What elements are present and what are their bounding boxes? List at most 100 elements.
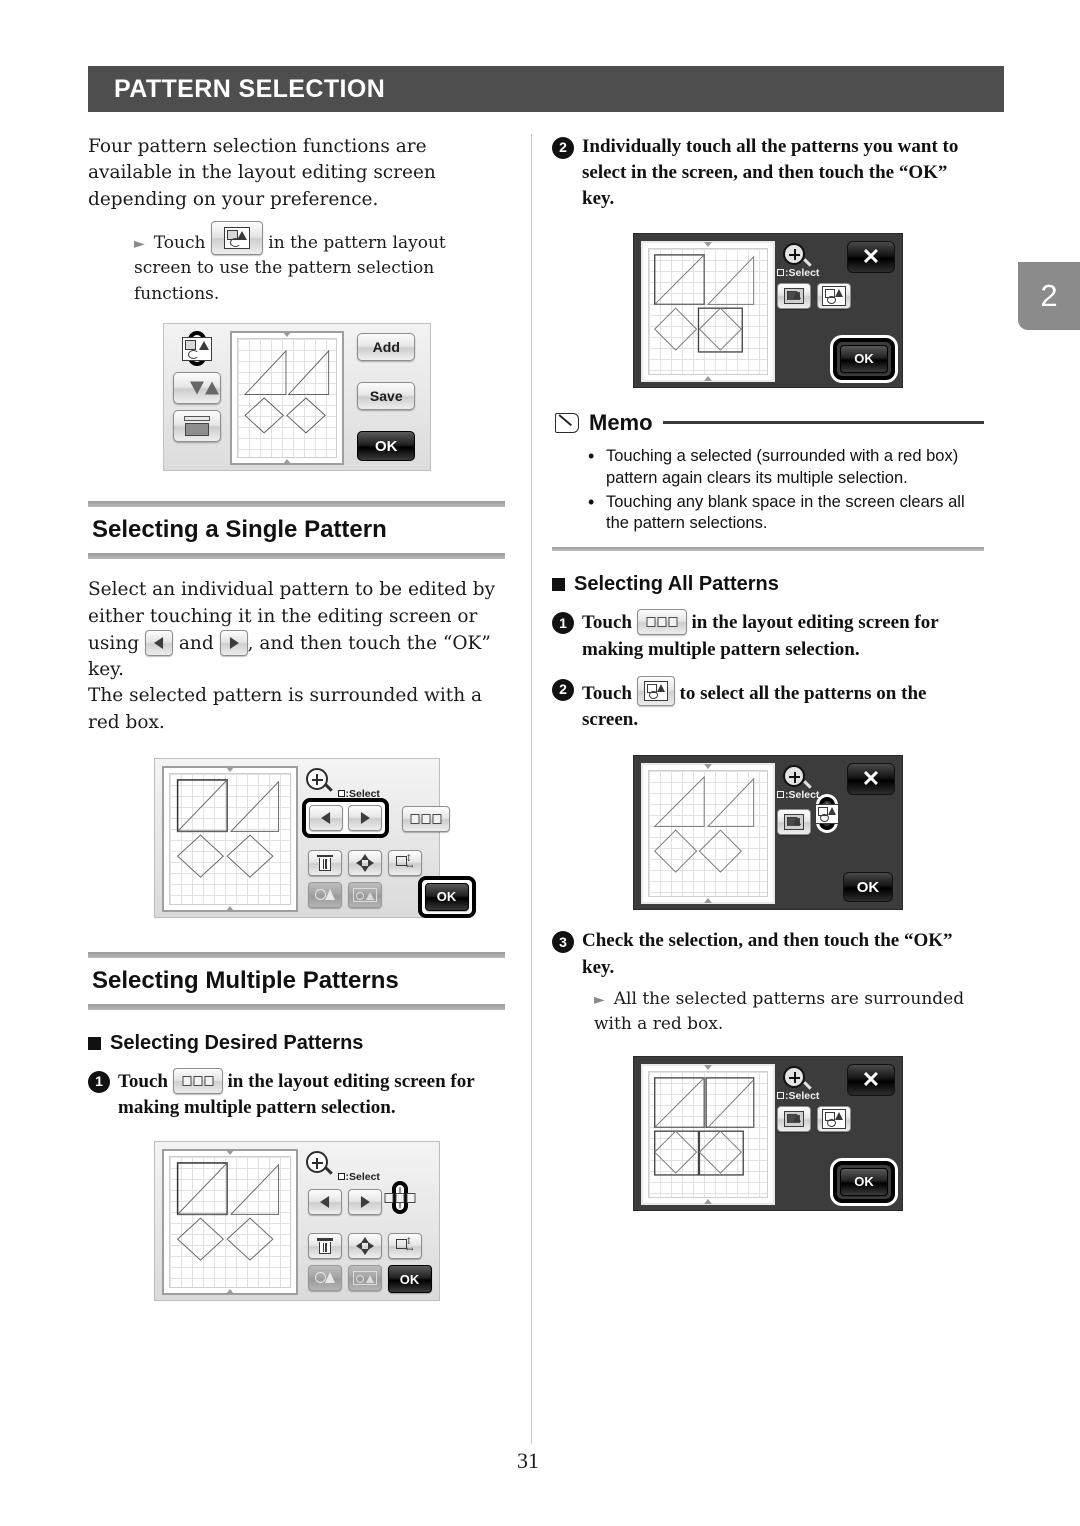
- arrow-left-icon[interactable]: [144, 629, 173, 656]
- dark-screen-figure-2: ✕ :Select OK: [552, 755, 984, 911]
- select-all-icon[interactable]: [817, 282, 851, 309]
- cutting-mat-preview[interactable]: [641, 763, 775, 905]
- zoom-in-icon[interactable]: [783, 765, 805, 788]
- dark-tool-panel: ✕ :Select OK: [775, 240, 895, 380]
- arrow-right-icon[interactable]: [219, 629, 248, 656]
- memo-book-icon: [552, 411, 582, 435]
- pattern-select-icon[interactable]: [210, 220, 263, 255]
- step-number: 3: [552, 931, 574, 954]
- select-legend: :Select: [777, 789, 819, 801]
- zoom-handle-icon: [323, 783, 333, 792]
- sidebar-stack-button[interactable]: [173, 410, 222, 443]
- trash-icon[interactable]: [307, 1233, 342, 1260]
- cutting-mat-preview[interactable]: [641, 1063, 775, 1205]
- sidebar-flip-button[interactable]: [173, 372, 222, 405]
- add-button[interactable]: Add: [357, 333, 416, 362]
- move-icon[interactable]: [347, 1233, 382, 1260]
- rule-bottom: [88, 1003, 505, 1010]
- pattern-selection-screen-individual: ✕ :Select OK: [633, 232, 903, 388]
- multi-select-icon[interactable]: [401, 805, 450, 832]
- multi-edit-screen-figure: :Select ↕ ↔ OK: [88, 1141, 505, 1302]
- next-pattern-button[interactable]: [347, 1189, 382, 1216]
- mat-grid: [168, 772, 291, 905]
- select-all-icon[interactable]: [636, 675, 675, 706]
- zoom-in-icon[interactable]: [783, 1065, 805, 1088]
- close-button[interactable]: ✕: [847, 763, 895, 796]
- close-button[interactable]: ✕: [847, 1063, 895, 1096]
- move-icon[interactable]: [347, 849, 382, 876]
- mat-tick-top-icon: [704, 764, 712, 770]
- mat-tick-top-icon: [225, 1150, 234, 1156]
- ok-highlight: OK: [833, 1160, 895, 1203]
- memo-items: Touching a selected (surrounded with a r…: [586, 445, 984, 536]
- memo-item: Touching any blank space in the screen c…: [586, 491, 984, 536]
- page-title: PATTERN SELECTION: [114, 74, 386, 103]
- pattern-shapes: [175, 1162, 279, 1262]
- cutting-mat-preview[interactable]: [161, 765, 298, 912]
- right-column: 2 Individually touch all the patterns yo…: [552, 134, 984, 1444]
- step-text-pre: Touch: [118, 1070, 168, 1092]
- pattern-selection-screen-select-all: ✕ :Select OK: [633, 755, 903, 911]
- mat-grid: [237, 338, 338, 459]
- next-pattern-button[interactable]: [347, 804, 382, 831]
- ok-button[interactable]: OK: [387, 1265, 432, 1294]
- resize-icon[interactable]: ↕ ↔: [387, 849, 422, 876]
- cutting-mat-preview[interactable]: [230, 331, 345, 466]
- step-number: 2: [552, 678, 574, 701]
- multi-select-icon[interactable]: [384, 1187, 415, 1209]
- select-legend: :Select: [337, 1171, 380, 1183]
- zoom-in-icon[interactable]: [305, 767, 328, 790]
- heading-single-pattern: Selecting a Single Pattern: [88, 501, 505, 560]
- select-single-icon[interactable]: [777, 282, 811, 309]
- memo-rule: [662, 421, 984, 425]
- multi-select-icon[interactable]: [636, 609, 687, 636]
- multi-select-icon[interactable]: [172, 1067, 223, 1094]
- step-number: 2: [552, 137, 574, 159]
- edit-arrow-row: [307, 1189, 382, 1216]
- single-edit-screen-figure: :Select ↕ ↔ OK: [88, 757, 505, 918]
- edit-tool-row-2: [307, 881, 382, 908]
- dark-screen-figure-1: ✕ :Select OK: [552, 232, 984, 388]
- selection-mode-row: [777, 282, 851, 309]
- layout-editing-screen-single: :Select ↕ ↔ OK: [153, 757, 476, 918]
- mat-grid: [648, 1070, 768, 1198]
- cutting-mat-preview[interactable]: [161, 1149, 298, 1296]
- intro-paragraph: Four pattern selection functions are ava…: [88, 136, 436, 210]
- memo-title: Memo: [589, 409, 653, 435]
- cutting-mat-preview[interactable]: [641, 240, 775, 382]
- sidebar-pattern-select-button[interactable]: [182, 336, 213, 361]
- select-all-icon[interactable]: [817, 1105, 851, 1132]
- chapter-tab-number: 2: [1040, 278, 1058, 313]
- close-button[interactable]: ✕: [847, 240, 895, 273]
- select-all-icon[interactable]: [815, 803, 839, 825]
- select-single-icon[interactable]: [777, 1105, 811, 1132]
- pattern-selection-screen-all-selected: ✕ :Select OK: [633, 1055, 903, 1211]
- step-all-2: 2 Touch to select all the patterns on th…: [552, 675, 984, 733]
- select-single-icon[interactable]: [777, 809, 811, 836]
- ok-button[interactable]: OK: [424, 882, 469, 911]
- previous-pattern-button[interactable]: [307, 1189, 342, 1216]
- ok-button[interactable]: OK: [843, 872, 893, 903]
- mat-tick-bottom-icon: [225, 1289, 234, 1295]
- edit-tool-row-2: OK: [307, 1265, 432, 1294]
- selection-mode-row: [777, 1105, 851, 1132]
- ok-button[interactable]: OK: [840, 344, 888, 373]
- layout-screen-buttons: Add Save OK: [350, 331, 422, 463]
- ok-button[interactable]: OK: [840, 1167, 888, 1196]
- unweld-icon: [347, 881, 382, 908]
- left-column: Four pattern selection functions are ava…: [88, 134, 523, 1444]
- mat-tick-top-icon: [704, 241, 712, 247]
- resize-icon[interactable]: ↕ ↔: [387, 1233, 422, 1260]
- dark-tool-panel: ✕ :Select OK: [775, 763, 895, 903]
- save-button[interactable]: Save: [357, 382, 416, 411]
- zoom-in-icon[interactable]: [783, 242, 805, 265]
- ok-button[interactable]: OK: [357, 431, 416, 462]
- trash-icon[interactable]: [307, 849, 342, 876]
- step-all-1: 1 Touch in the layout editing screen for…: [552, 609, 984, 662]
- previous-pattern-button[interactable]: [308, 804, 343, 831]
- step-all-3-bullet: ► All the selected patterns are surrounde…: [594, 987, 984, 1038]
- page-number: 31: [517, 1448, 539, 1473]
- pattern-shapes: [244, 350, 330, 434]
- step-text-post: in the layout editing screen for making …: [582, 612, 939, 660]
- zoom-in-icon[interactable]: [305, 1151, 328, 1174]
